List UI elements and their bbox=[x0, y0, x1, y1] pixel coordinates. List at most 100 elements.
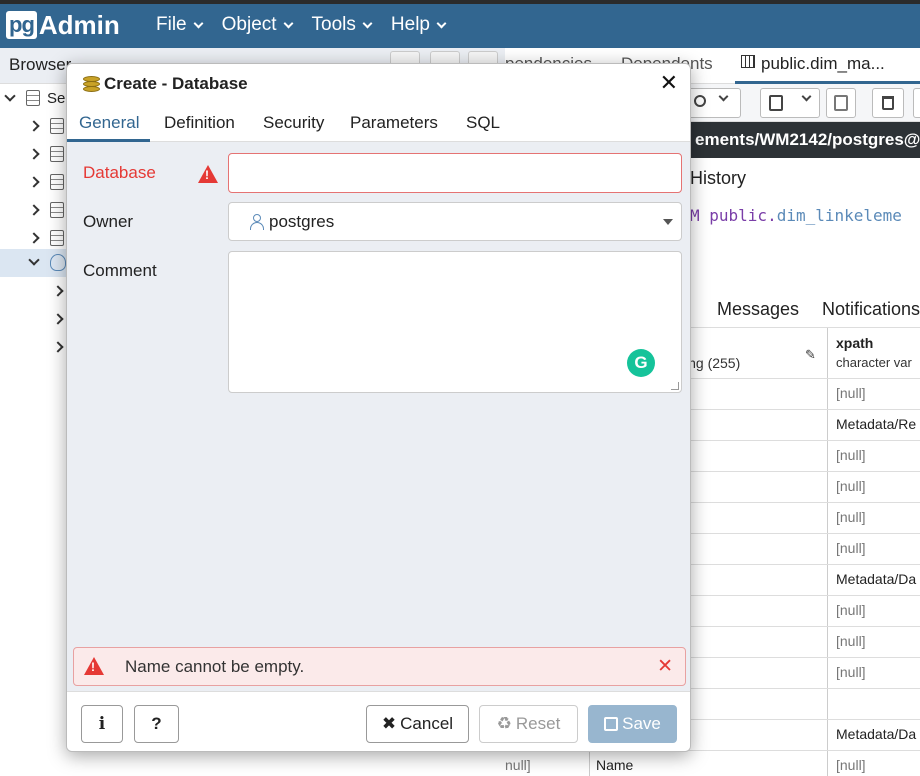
chevron-down-icon bbox=[283, 18, 293, 28]
chevron-right-icon[interactable] bbox=[28, 204, 40, 216]
chevron-down-icon bbox=[801, 91, 812, 102]
paste-button[interactable] bbox=[826, 88, 856, 118]
grid-cell[interactable]: [null] bbox=[827, 503, 866, 534]
pgadmin-logo[interactable]: pg Admin bbox=[6, 10, 120, 40]
server-group-icon bbox=[26, 90, 40, 106]
grid-cell[interactable]: [null] bbox=[827, 379, 866, 410]
search-icon bbox=[694, 95, 706, 107]
postgres-elephant-icon bbox=[50, 254, 66, 271]
help-icon: ? bbox=[151, 714, 162, 733]
grid-cell[interactable]: [null] bbox=[827, 596, 866, 627]
sql-table-name: dim_linkeleme bbox=[776, 206, 902, 225]
chevron-down-icon bbox=[362, 18, 373, 28]
user-icon bbox=[249, 214, 265, 230]
tab-messages[interactable]: Messages bbox=[717, 299, 799, 320]
menu-help-label: Help bbox=[390, 14, 430, 35]
error-message-box: Name cannot be empty. ✕ bbox=[73, 647, 686, 686]
query-history-tab[interactable]: History bbox=[690, 168, 746, 189]
database-icon bbox=[83, 76, 100, 92]
close-icon: ✖ bbox=[381, 714, 397, 733]
column-name: xpath bbox=[836, 335, 874, 351]
help-button[interactable]: ? bbox=[134, 705, 179, 743]
server-icon bbox=[50, 174, 64, 190]
comment-label: Comment bbox=[83, 261, 157, 280]
save-label: Save bbox=[622, 714, 661, 733]
dialog-tabs: General Definition Security Parameters S… bbox=[67, 102, 690, 142]
chevron-right-icon[interactable] bbox=[52, 313, 64, 325]
tab-sql[interactable]: SQL bbox=[466, 113, 500, 133]
grid-cell[interactable]: Metadata/Re bbox=[827, 410, 916, 441]
delete-button[interactable] bbox=[872, 88, 904, 118]
table-icon bbox=[741, 55, 755, 68]
chevron-down-icon[interactable] bbox=[4, 90, 16, 102]
tab-query-tool-active[interactable]: public.dim_ma... bbox=[735, 48, 920, 84]
tab-definition[interactable]: Definition bbox=[164, 113, 235, 133]
chevron-down-icon[interactable] bbox=[28, 254, 40, 266]
tab-notifications[interactable]: Notifications bbox=[822, 299, 920, 320]
grid-cell[interactable]: [null] bbox=[827, 472, 866, 503]
grid-cell[interactable] bbox=[827, 689, 836, 720]
info-button[interactable]: i bbox=[81, 705, 123, 743]
caret-down-icon bbox=[663, 219, 673, 225]
server-icon bbox=[50, 118, 64, 134]
logo-pg: pg bbox=[6, 11, 37, 39]
table-row[interactable]: null] Name [null] bbox=[505, 750, 920, 776]
copy-button[interactable] bbox=[760, 88, 820, 118]
menu-object-label: Object bbox=[221, 14, 277, 35]
grid-cell[interactable]: [null] bbox=[827, 534, 866, 565]
grid-cell[interactable]: [null] bbox=[827, 751, 866, 776]
menu-file[interactable]: File bbox=[156, 14, 204, 36]
warning-icon bbox=[84, 657, 104, 675]
dialog-footer: i ? ✖ Cancel ♻ Reset Save bbox=[67, 691, 690, 751]
grid-cell[interactable]: Name bbox=[589, 751, 633, 776]
cancel-button[interactable]: ✖ Cancel bbox=[366, 705, 469, 743]
tab-parameters[interactable]: Parameters bbox=[350, 113, 438, 133]
grid-cell[interactable]: Metadata/Da bbox=[827, 565, 916, 596]
reset-button[interactable]: ♻ Reset bbox=[479, 705, 578, 743]
chevron-right-icon[interactable] bbox=[28, 232, 40, 244]
more-button[interactable] bbox=[913, 88, 920, 118]
chevron-down-icon bbox=[193, 18, 204, 28]
chevron-right-icon[interactable] bbox=[28, 176, 40, 188]
server-icon bbox=[50, 146, 64, 162]
menu-object[interactable]: Object bbox=[221, 14, 293, 36]
tab-general[interactable]: General bbox=[79, 113, 139, 133]
browser-title: Browser bbox=[9, 55, 72, 74]
grid-cell[interactable]: [null] bbox=[827, 658, 866, 689]
grammarly-icon[interactable]: G bbox=[627, 349, 655, 377]
menu-file-label: File bbox=[156, 14, 187, 35]
resize-handle[interactable] bbox=[671, 382, 679, 390]
menu-tools-label: Tools bbox=[311, 14, 356, 35]
logo-admin: Admin bbox=[38, 9, 120, 40]
sql-editor-line[interactable]: M public.dim_linkeleme bbox=[690, 206, 902, 225]
chevron-right-icon[interactable] bbox=[28, 120, 40, 132]
grid-cell[interactable]: null] bbox=[505, 757, 531, 773]
recycle-icon: ♻ bbox=[496, 714, 512, 733]
column-header-xpath[interactable]: xpath character var bbox=[827, 328, 920, 378]
reset-label: Reset bbox=[515, 714, 561, 733]
owner-select[interactable]: postgres bbox=[228, 202, 682, 241]
sql-keyword: M public. bbox=[690, 206, 777, 225]
close-icon[interactable]: ✕ bbox=[660, 70, 678, 96]
column-type-left: ing (255) bbox=[685, 355, 741, 371]
server-icon bbox=[50, 230, 64, 246]
save-button[interactable]: Save bbox=[588, 705, 677, 743]
menu-tools[interactable]: Tools bbox=[311, 14, 373, 36]
chevron-right-icon[interactable] bbox=[52, 285, 64, 297]
save-icon bbox=[604, 717, 619, 731]
chevron-right-icon[interactable] bbox=[52, 341, 64, 353]
connection-path: ements/WM2142/postgres@lo bbox=[695, 130, 920, 149]
grid-cell[interactable]: [null] bbox=[827, 627, 866, 658]
comment-textarea[interactable]: G bbox=[228, 251, 682, 393]
tab-query-tool-label: public.dim_ma... bbox=[761, 54, 885, 73]
grid-cell[interactable]: [null] bbox=[827, 441, 866, 472]
dismiss-error-icon[interactable]: ✕ bbox=[657, 655, 673, 678]
dialog-header[interactable]: Create - Database ✕ bbox=[67, 64, 690, 102]
main-menu: File Object Tools Help bbox=[156, 14, 447, 36]
find-button[interactable] bbox=[685, 88, 741, 118]
grid-cell[interactable]: Metadata/Da bbox=[827, 720, 916, 751]
tab-security[interactable]: Security bbox=[263, 113, 324, 133]
chevron-right-icon[interactable] bbox=[28, 148, 40, 160]
menu-help[interactable]: Help bbox=[390, 14, 447, 36]
database-name-input[interactable] bbox=[228, 153, 682, 193]
